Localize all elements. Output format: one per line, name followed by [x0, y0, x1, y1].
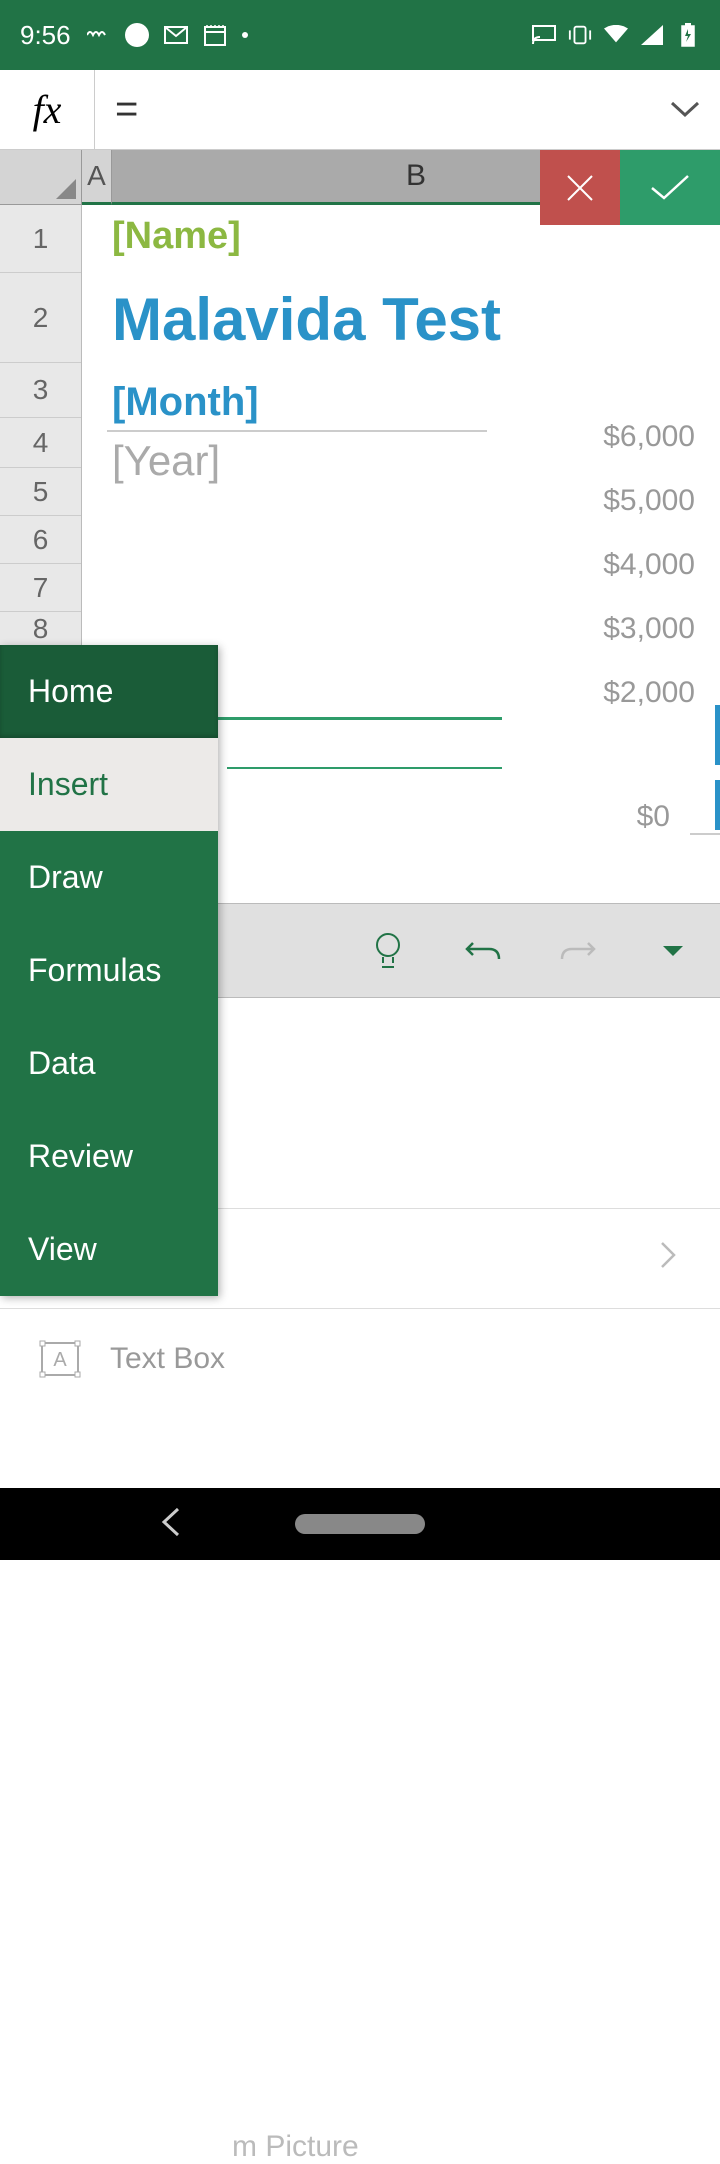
column-headers: A B [0, 150, 720, 205]
tab-review[interactable]: Review [0, 1110, 218, 1203]
cell-month[interactable]: [Month] [112, 380, 259, 425]
axis-6000: $6,000 [603, 420, 695, 454]
tab-insert[interactable]: Insert [0, 738, 218, 831]
android-nav-bar [0, 1488, 720, 1560]
lightbulb-button[interactable] [340, 931, 435, 971]
row-header-3[interactable]: 3 [0, 363, 81, 418]
battery-icon [676, 23, 700, 47]
row-header-5[interactable]: 5 [0, 468, 81, 516]
status-bar: 9:56 [0, 0, 720, 70]
tab-home[interactable]: Home [0, 645, 218, 738]
ribbon-more-button[interactable] [625, 944, 720, 958]
axis-5000: $5,000 [603, 484, 695, 518]
tab-formulas[interactable]: Formulas [0, 924, 218, 1017]
tab-draw[interactable]: Draw [0, 831, 218, 924]
fx-label[interactable]: fx [0, 70, 95, 149]
record-icon [125, 23, 149, 47]
axis-3000: $3,000 [603, 612, 695, 646]
cancel-button[interactable] [540, 150, 620, 225]
cell-selection-border [227, 767, 502, 769]
redo-button[interactable] [530, 933, 625, 969]
chevron-right-icon [660, 1241, 690, 1277]
formula-bar: fx = [0, 70, 720, 150]
textbox-icon: A [30, 1339, 90, 1379]
chart-y-axis: $6,000 $5,000 $4,000 $3,000 $2,000 [603, 420, 695, 710]
nav-back-button[interactable] [160, 1507, 184, 1542]
row-header-7[interactable]: 7 [0, 564, 81, 612]
insert-picture-partial[interactable]: m Picture [232, 2130, 359, 2164]
cell-year[interactable]: [Year] [112, 437, 220, 485]
cell-name[interactable]: [Name] [112, 215, 241, 258]
chart-baseline [690, 833, 720, 835]
cell-title[interactable]: Malavida Test [112, 285, 501, 354]
tab-view[interactable]: View [0, 1203, 218, 1296]
vibrate-icon [568, 23, 592, 47]
insert-textbox-item[interactable]: A Text Box [0, 1308, 720, 1408]
ribbon-tab-menu: Home Insert Draw Formulas Data Review Vi… [0, 645, 218, 1296]
status-time: 9:56 [20, 20, 71, 51]
row-header-6[interactable]: 6 [0, 516, 81, 564]
gmail-icon [164, 23, 188, 47]
axis-0: $0 [637, 800, 670, 834]
undo-button[interactable] [435, 933, 530, 969]
weather-icon [86, 23, 110, 47]
svg-text:A: A [53, 1349, 67, 1371]
wifi-icon [604, 23, 628, 47]
axis-4000: $4,000 [603, 548, 695, 582]
select-all-corner[interactable] [0, 150, 82, 205]
insert-textbox-label: Text Box [110, 1342, 690, 1376]
formula-input[interactable]: = [95, 87, 650, 132]
formula-expand-button[interactable] [650, 101, 720, 119]
tab-data[interactable]: Data [0, 1017, 218, 1110]
calendar-icon [203, 23, 227, 47]
col-header-a[interactable]: A [82, 150, 112, 205]
axis-2000: $2,000 [603, 676, 695, 710]
more-icon [242, 32, 248, 38]
cast-icon [532, 23, 556, 47]
nav-home-button[interactable] [295, 1514, 425, 1534]
row-header-4[interactable]: 4 [0, 418, 81, 468]
row-header-1[interactable]: 1 [0, 205, 81, 273]
row-header-2[interactable]: 2 [0, 273, 81, 363]
confirm-button[interactable] [620, 150, 720, 225]
signal-icon [640, 23, 664, 47]
chart-bar [715, 780, 720, 830]
chart-bar [715, 705, 720, 765]
row-header-8[interactable]: 8 [0, 612, 81, 647]
